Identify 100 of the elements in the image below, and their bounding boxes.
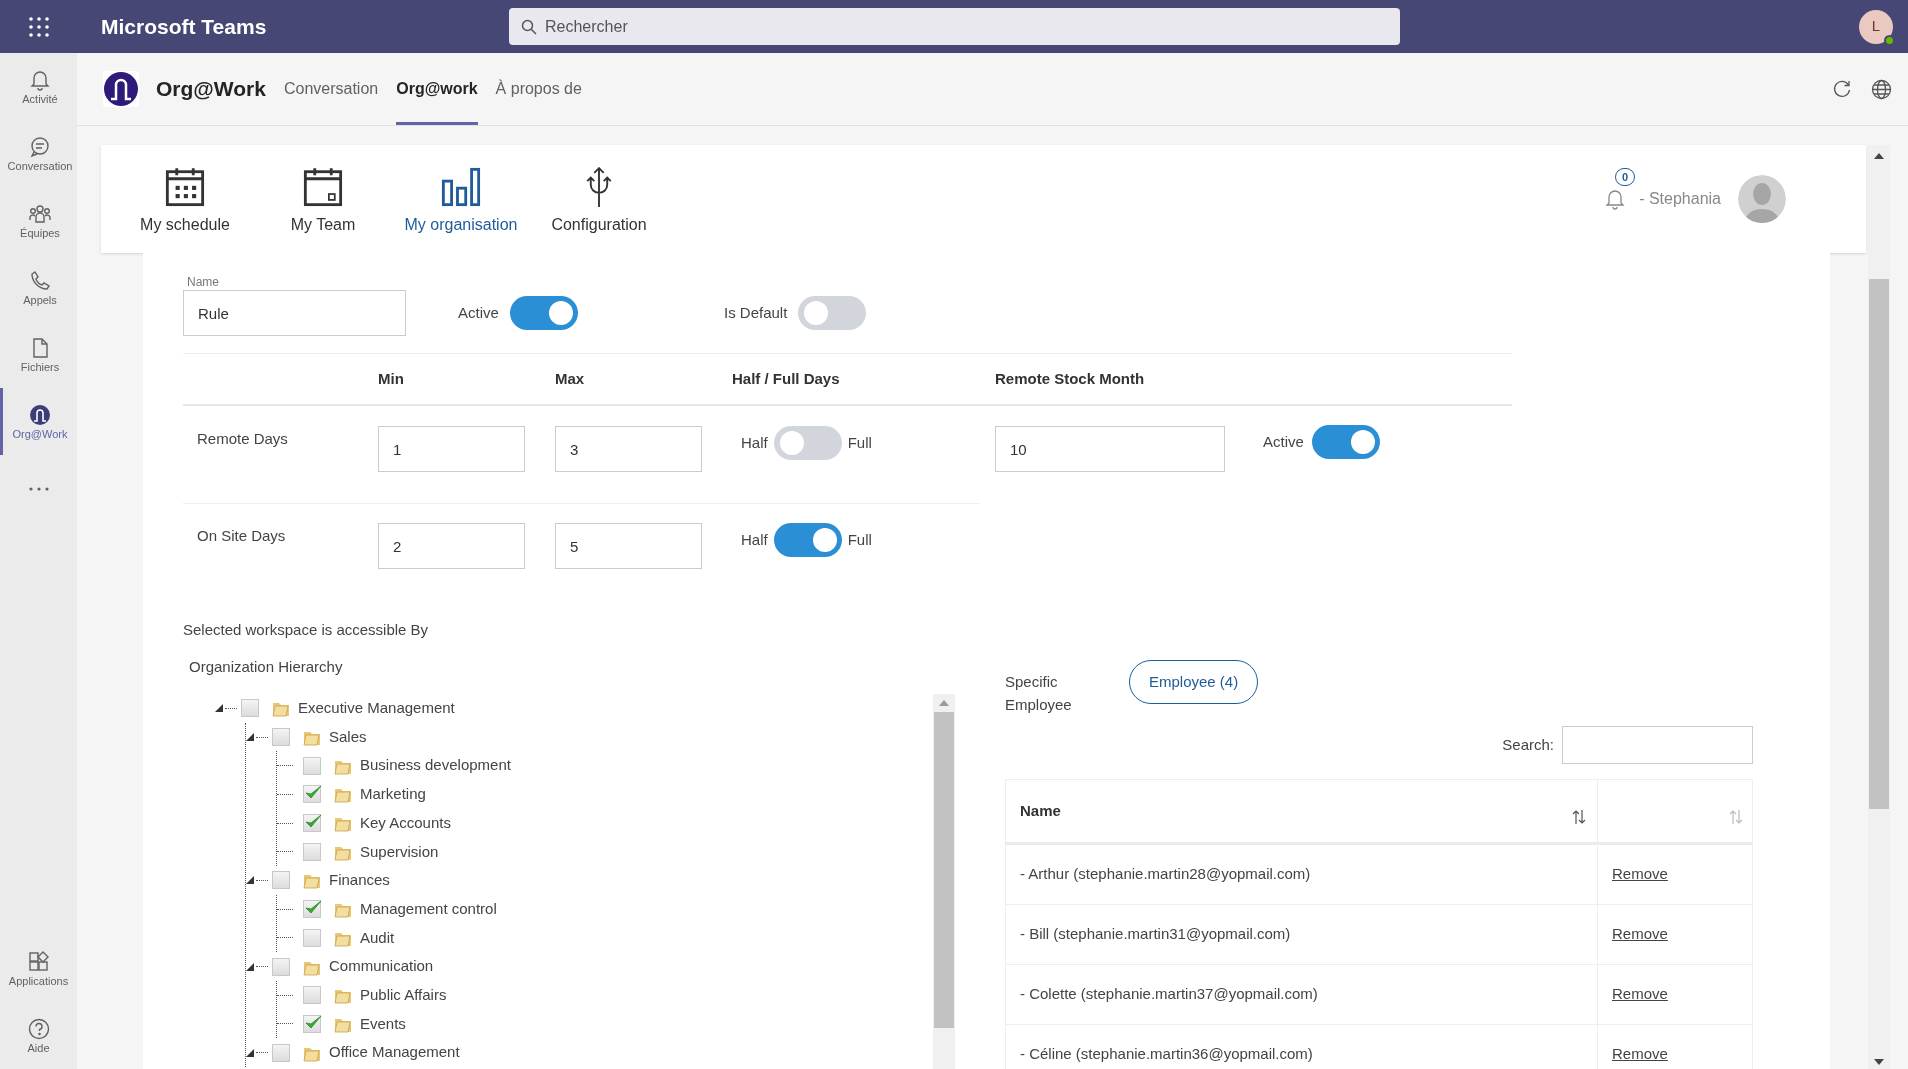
table-cell-text: - Bill (stephanie.martin31@yopmail.com)	[1020, 924, 1291, 945]
avatar-icon	[1738, 175, 1786, 223]
checkbox[interactable]	[272, 871, 290, 890]
checkbox[interactable]	[272, 728, 290, 747]
nav-item[interactable]: My organisation	[392, 161, 530, 237]
collapse-icon[interactable]	[246, 962, 254, 971]
bell-icon[interactable]	[1605, 188, 1626, 210]
checkbox[interactable]	[241, 699, 259, 718]
refresh-icon[interactable]	[1832, 79, 1852, 99]
checkbox[interactable]	[303, 842, 321, 861]
checkbox[interactable]	[272, 1043, 290, 1062]
table-cell-text: - Céline (stephanie.martin36@yopmail.com)	[1020, 1044, 1313, 1065]
column-header: Half / Full Days	[732, 370, 840, 387]
rail-item[interactable]: Conversation	[0, 120, 77, 187]
tree-item[interactable]: Executive Management	[298, 697, 455, 720]
collapse-icon[interactable]	[215, 704, 223, 713]
toggle-switch[interactable]	[798, 296, 867, 330]
tree-item[interactable]: Finances	[329, 869, 390, 892]
header-tab[interactable]: Org@work	[396, 53, 478, 125]
app-logo-icon	[29, 403, 51, 426]
scrollbar[interactable]	[1868, 145, 1890, 1069]
toggle-label: Full	[847, 529, 872, 550]
sort-icon[interactable]	[1571, 809, 1587, 825]
nav-item[interactable]: My Team	[254, 161, 392, 237]
tree-item[interactable]: Marketing	[360, 783, 426, 806]
app-launcher-icon[interactable]	[28, 16, 49, 37]
rail-item[interactable]: Équipes	[0, 187, 77, 254]
more-icon[interactable]	[28, 486, 49, 491]
checkbox[interactable]	[303, 1014, 321, 1033]
tree-item[interactable]: Supervision	[360, 840, 439, 864]
tree-item[interactable]: Sales	[329, 725, 367, 749]
rail-item[interactable]: Appels	[0, 254, 77, 321]
nav-item[interactable]: My schedule	[116, 161, 254, 237]
tree-item[interactable]: Communication	[329, 955, 434, 978]
rail-item[interactable]: Fichiers	[0, 321, 77, 388]
header-tab[interactable]: À propos de	[495, 53, 582, 125]
search-field[interactable]	[1562, 726, 1753, 764]
checkbox[interactable]	[303, 756, 321, 775]
scrollbar[interactable]	[933, 694, 955, 1069]
search-field[interactable]: Rechercher	[509, 8, 1400, 45]
tree-item[interactable]: Office Management	[329, 1041, 460, 1064]
rail-item[interactable]: Applications	[0, 935, 77, 1002]
notification-badge: 0	[1615, 168, 1636, 186]
remove-link[interactable]: Remove	[1612, 863, 1668, 886]
search-label: Search:	[1502, 734, 1554, 755]
toggle-label: Half	[741, 529, 768, 550]
checkbox[interactable]	[303, 900, 321, 919]
checkbox[interactable]	[303, 986, 321, 1005]
remove-link[interactable]: Remove	[1612, 1043, 1668, 1066]
max-field[interactable]: 5	[555, 523, 702, 569]
toggle-switch[interactable]	[1311, 425, 1380, 459]
collapse-icon[interactable]	[246, 876, 254, 885]
remove-link[interactable]: Remove	[1612, 923, 1668, 946]
toggle-switch[interactable]	[509, 296, 578, 330]
checkbox[interactable]	[303, 928, 321, 947]
tree-item[interactable]: Key Accounts	[360, 811, 451, 835]
bar-chart-icon	[441, 167, 481, 207]
app-title: Microsoft Teams	[100, 13, 268, 40]
column-header: Max	[555, 370, 585, 387]
remove-link[interactable]: Remove	[1612, 983, 1668, 1006]
toggle-switch[interactable]	[773, 426, 842, 460]
bell-icon	[29, 68, 51, 91]
user-avatar[interactable]: L	[1859, 9, 1893, 44]
scroll-up-icon[interactable]	[1874, 153, 1884, 159]
tree-item[interactable]: Audit	[360, 926, 395, 950]
field-label: Specific Employee	[1005, 672, 1073, 715]
toggle-switch[interactable]	[773, 523, 842, 557]
tree-item[interactable]: Management control	[360, 897, 497, 921]
section-title: Selected workspace is accessible By	[183, 620, 430, 640]
column-header[interactable]: Name	[1020, 799, 1061, 823]
phone-icon	[29, 269, 51, 292]
checkbox[interactable]	[303, 785, 321, 804]
help-icon	[27, 1017, 50, 1040]
name-field[interactable]: Rule	[183, 290, 406, 336]
tree-item[interactable]: Events	[360, 1012, 406, 1036]
toggle-label: Is Default	[724, 302, 788, 323]
min-field[interactable]: 1	[378, 426, 525, 472]
column-header: Min	[378, 370, 404, 387]
min-field[interactable]: 2	[378, 523, 525, 569]
collapse-icon[interactable]	[246, 1048, 254, 1057]
tree-item[interactable]: Business development	[360, 754, 511, 777]
toggle-label: Active	[458, 302, 499, 323]
tree-item[interactable]: Public Affairs	[360, 983, 447, 1007]
globe-icon[interactable]	[1871, 78, 1892, 100]
scroll-down-icon[interactable]	[1874, 1059, 1884, 1065]
rail-item[interactable]: Activité	[0, 53, 77, 120]
calendar-icon	[303, 167, 343, 207]
nav-item[interactable]: Configuration	[530, 161, 668, 237]
header-tab[interactable]: Conversation	[283, 53, 379, 125]
checkbox[interactable]	[272, 957, 290, 976]
search-icon	[521, 19, 537, 35]
field-label: Name	[186, 274, 220, 290]
stock-field[interactable]: 10	[995, 426, 1225, 472]
rail-item[interactable]: Aide	[0, 1002, 77, 1069]
max-field[interactable]: 3	[555, 426, 702, 472]
checkbox[interactable]	[303, 814, 321, 833]
rail-item[interactable]: Org@Work	[0, 388, 77, 455]
file-icon	[30, 336, 50, 359]
collapse-icon[interactable]	[246, 733, 254, 742]
calendar-icon	[165, 167, 205, 207]
